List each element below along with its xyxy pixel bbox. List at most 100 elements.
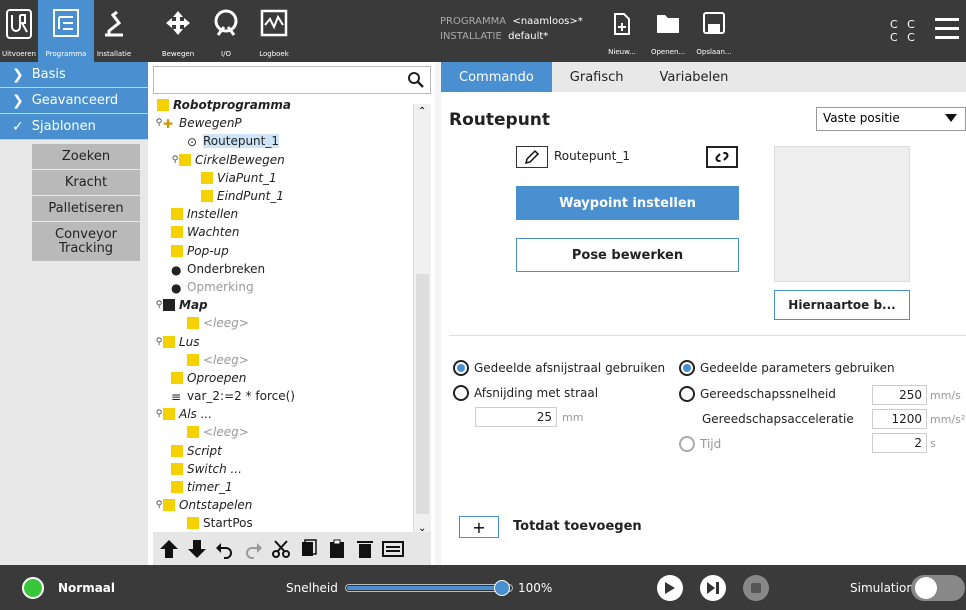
step-icon xyxy=(707,582,719,594)
edit-pose-button[interactable]: Pose bewerken xyxy=(516,238,739,272)
tree-node-empty[interactable]: <leeg> xyxy=(153,423,413,441)
save-button[interactable]: Opslaan... xyxy=(692,0,736,62)
nav-log[interactable]: Logboek xyxy=(254,0,294,62)
shared-params-radio[interactable]: Gedeelde parameters gebruiken xyxy=(679,360,895,376)
tree-node-empty[interactable]: <leeg> xyxy=(153,314,413,332)
nav-run[interactable]: Uitvoeren xyxy=(0,0,38,62)
time-radio[interactable]: Tijd xyxy=(679,436,721,452)
sidebar-basis[interactable]: ❯ Basis xyxy=(0,62,148,88)
robot-status-icon[interactable] xyxy=(22,577,44,599)
add-until-label: Totdat toevoegen xyxy=(513,519,642,534)
tree-node-timer[interactable]: timer_1 xyxy=(153,478,413,496)
tree-node-assignment[interactable]: ≡ var_2:=2 * force() xyxy=(153,387,413,405)
robot-status: Normaal xyxy=(58,581,116,595)
folder-icon xyxy=(163,299,175,312)
open-button[interactable]: Openen... xyxy=(646,0,690,62)
simulation-toggle[interactable] xyxy=(911,575,965,601)
blend-radius-input[interactable]: 25 xyxy=(475,407,557,427)
scroll-up-icon[interactable]: ⌃ xyxy=(418,106,426,117)
suppress-icon[interactable] xyxy=(381,537,405,561)
tree-node-script[interactable]: Script xyxy=(153,442,413,460)
chevron-down-icon xyxy=(945,114,957,122)
shared-blend-radio[interactable]: Gedeelde afsnijstraal gebruiken xyxy=(453,360,665,376)
sidebar-templates[interactable]: ✓ Sjablonen xyxy=(0,114,148,140)
tree-node-robotprogram[interactable]: Robotprogramma xyxy=(153,96,413,114)
sidebar-item-palletizing[interactable]: Palletiseren xyxy=(32,196,140,222)
tool-speed-unit: mm/s xyxy=(930,389,961,402)
move-up-icon[interactable] xyxy=(157,537,181,561)
cut-icon[interactable] xyxy=(269,537,293,561)
redo-icon[interactable] xyxy=(241,537,265,561)
tree-node-destack[interactable]: ⚲ Ontstapelen xyxy=(153,496,413,514)
time-input[interactable]: 2 xyxy=(872,433,927,453)
tree-node-empty[interactable]: <leeg> xyxy=(153,351,413,369)
tree-node-move[interactable]: ⚲ ✚ BewegenP xyxy=(153,114,413,132)
speed-slider-knob[interactable] xyxy=(494,580,510,596)
tree-node-comment[interactable]: ● Opmerking xyxy=(153,278,413,296)
position-type-select[interactable]: Vaste positie xyxy=(816,107,966,131)
play-button[interactable] xyxy=(657,575,683,601)
tree-node-if[interactable]: ⚲ Als ... xyxy=(153,405,413,423)
sidebar-item-conveyor-tracking[interactable]: Conveyor Tracking xyxy=(32,222,140,262)
tool-speed-radio[interactable]: Gereedschapssnelheid xyxy=(679,386,836,402)
add-until-button[interactable]: + xyxy=(459,516,499,538)
blend-radius-radio[interactable]: Afsnijding met straal xyxy=(453,385,598,401)
sidebar-item-search[interactable]: Zoeken xyxy=(32,144,140,170)
radio-icon xyxy=(453,385,469,401)
waypoint-preview xyxy=(774,146,910,282)
if-icon xyxy=(163,408,175,421)
tree-node-folder[interactable]: ⚲ Map xyxy=(153,296,413,314)
new-button[interactable]: Nieuw... xyxy=(600,0,644,62)
stop-button[interactable] xyxy=(743,575,769,601)
sidebar-item-force[interactable]: Kracht xyxy=(32,170,140,196)
tree-node-wait[interactable]: Wachten xyxy=(153,223,413,241)
tree-node-set[interactable]: Instellen xyxy=(153,205,413,223)
nav-installation[interactable]: Installatie xyxy=(94,0,134,62)
tree-node-circle-move[interactable]: ⚲ CirkelBewegen xyxy=(153,151,413,169)
tab-graphics[interactable]: Grafisch xyxy=(552,62,642,92)
ur-logo-icon xyxy=(6,9,32,39)
popup-icon xyxy=(171,244,183,257)
link-button[interactable] xyxy=(706,146,738,168)
tool-accel-label: Gereedschapsacceleratie xyxy=(702,412,854,426)
tree-node-call[interactable]: Oproepen xyxy=(153,369,413,387)
set-waypoint-button[interactable]: Waypoint instellen xyxy=(516,186,739,220)
tree-node-waypoint[interactable]: ⊙ Routepunt_1 xyxy=(153,132,413,150)
play-icon xyxy=(665,582,675,594)
delete-icon[interactable] xyxy=(353,537,377,561)
tool-accel-input[interactable]: 1200 xyxy=(872,409,927,429)
tree-node-popup[interactable]: Pop-up xyxy=(153,242,413,260)
loop-icon xyxy=(163,335,175,348)
tree-scrollbar[interactable]: ⌃ ⌄ xyxy=(413,104,431,534)
nav-move[interactable]: Bewegen xyxy=(158,0,198,62)
speed-slider[interactable] xyxy=(345,580,513,596)
rename-button[interactable] xyxy=(516,146,548,168)
move-here-button[interactable]: Hiernaartoe b... xyxy=(774,290,910,320)
tree-node-end-point[interactable]: EindPunt_1 xyxy=(153,187,413,205)
tree-node-start-pos[interactable]: StartPos xyxy=(153,514,413,532)
paste-icon[interactable] xyxy=(325,537,349,561)
move-down-icon[interactable] xyxy=(185,537,209,561)
tool-speed-input[interactable]: 250 xyxy=(872,385,927,405)
tree-node-halt[interactable]: ● Onderbreken xyxy=(153,260,413,278)
step-button[interactable] xyxy=(700,575,726,601)
sidebar-advanced[interactable]: ❯ Geavanceerd xyxy=(0,88,148,114)
undo-icon[interactable] xyxy=(213,537,237,561)
nav-io[interactable]: I/O xyxy=(206,0,246,62)
nav-program[interactable]: Programma xyxy=(38,0,94,62)
move-arrows-icon xyxy=(166,11,190,35)
menu-icon[interactable] xyxy=(935,18,959,40)
comment-icon: ● xyxy=(171,280,182,295)
scroll-thumb[interactable] xyxy=(416,274,429,514)
waypoint-icon xyxy=(201,190,213,203)
tree-node-loop[interactable]: ⚲ Lus xyxy=(153,332,413,350)
move-icon: ✚ xyxy=(163,117,174,132)
copy-icon[interactable] xyxy=(297,537,321,561)
tree-node-switch[interactable]: Switch ... xyxy=(153,460,413,478)
tab-command[interactable]: Commando xyxy=(441,62,552,92)
halt-icon: ● xyxy=(171,262,182,277)
program-tree-panel: Robotprogramma ⚲ ✚ BewegenP ⊙ Routepunt_1 ⚲… xyxy=(153,66,431,565)
tree-node-via-point[interactable]: ViaPunt_1 xyxy=(153,169,413,187)
tree-search-input[interactable] xyxy=(153,66,431,94)
tab-variables[interactable]: Variabelen xyxy=(642,62,747,92)
